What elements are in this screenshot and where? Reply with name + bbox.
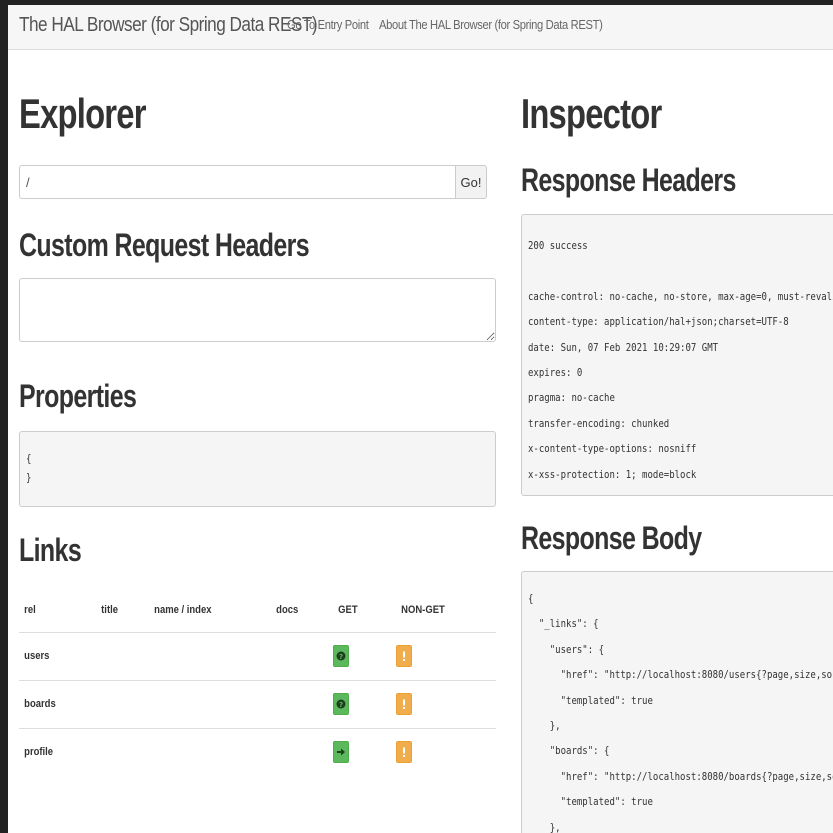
response-body-line: "href": "http://localhost:8080/boards{?p…: [528, 769, 833, 783]
hal-browser-page: The HAL Browser (for Spring Data REST) G…: [8, 5, 833, 833]
response-body-line: {: [528, 592, 534, 605]
response-header-line: x-xss-protection: 1; mode=block: [528, 467, 697, 481]
response-body-line: "boards": {: [528, 744, 610, 758]
links-title: Links: [19, 532, 82, 568]
response-body-line: },: [528, 719, 561, 733]
link-title: [96, 680, 149, 728]
response-header-line: date: Sun, 07 Feb 2021 10:29:07 GMT: [528, 340, 719, 354]
links-table: rel title name / index docs GET NON-GET …: [19, 588, 496, 776]
get-button-users[interactable]: ?: [333, 645, 349, 667]
link-docs: [271, 632, 333, 680]
response-headers-box: 200 success cache-control: no-cache, no-…: [521, 214, 833, 496]
column-header-title: title: [101, 603, 118, 616]
response-header-line: cache-control: no-cache, no-store, max-a…: [528, 289, 833, 303]
response-body-line: "href": "http://localhost:8080/users{?pa…: [528, 668, 833, 682]
arrow-right-icon: [337, 748, 345, 756]
column-header-docs: docs: [276, 603, 299, 616]
url-input-group: Go!: [19, 165, 487, 201]
response-body-line: "templated": true: [528, 795, 653, 809]
table-row: users ?: [19, 632, 496, 680]
response-body-line: },: [528, 820, 561, 833]
get-button-profile[interactable]: [333, 741, 349, 764]
custom-request-headers-input[interactable]: [19, 278, 496, 342]
response-body-line: "users": {: [528, 642, 605, 656]
inspector-title: Inspector: [521, 90, 662, 137]
link-title: [96, 728, 149, 776]
links-header-row: rel title name / index docs GET NON-GET: [19, 588, 496, 632]
explorer-title: Explorer: [19, 90, 146, 137]
properties-box: { }: [19, 431, 496, 507]
response-header-line: 200 success: [528, 239, 588, 252]
response-header-line: x-content-type-options: nosniff: [528, 442, 697, 456]
exclamation-icon: [403, 651, 405, 661]
response-body-line: "templated": true: [528, 693, 653, 707]
navbar: The HAL Browser (for Spring Data REST) G…: [8, 5, 833, 50]
response-headers-title: Response Headers: [521, 162, 736, 198]
response-body-line: "_links": {: [528, 617, 599, 631]
response-header-line: content-type: application/hal+json;chars…: [528, 315, 789, 329]
non-get-button-boards[interactable]: [396, 693, 412, 715]
response-header-line: transfer-encoding: chunked: [528, 416, 670, 430]
exclamation-icon: [403, 747, 405, 758]
link-name-index: [149, 680, 271, 728]
link-rel-profile: profile: [24, 746, 54, 759]
svg-text:?: ?: [339, 701, 343, 709]
response-header-line: pragma: no-cache: [528, 391, 615, 405]
get-button-boards[interactable]: ?: [333, 693, 349, 715]
link-title: [96, 632, 149, 680]
column-header-non-get: NON-GET: [401, 603, 445, 616]
response-body-title: Response Body: [521, 520, 702, 556]
column-header-name-index: name / index: [154, 603, 212, 616]
response-body-box: { "_links": { "users": { "href": "http:/…: [521, 571, 833, 833]
go-button[interactable]: Go!: [455, 165, 487, 199]
link-docs: [271, 728, 333, 776]
non-get-button-users[interactable]: [396, 645, 412, 667]
svg-text:?: ?: [339, 653, 343, 661]
custom-request-headers-title: Custom Request Headers: [19, 227, 310, 263]
url-input[interactable]: [19, 165, 455, 199]
column-header-get: GET: [338, 603, 358, 616]
non-get-button-profile[interactable]: [396, 741, 412, 764]
exclamation-icon: [403, 699, 405, 709]
properties-line: {: [26, 452, 32, 465]
table-row: profile: [19, 728, 496, 776]
link-docs: [271, 680, 333, 728]
table-row: boards ?: [19, 680, 496, 728]
link-rel-boards: boards: [24, 698, 56, 710]
question-icon: ?: [336, 651, 346, 661]
properties-line: }: [26, 471, 32, 484]
link-rel-users: users: [24, 650, 50, 662]
properties-title: Properties: [19, 378, 137, 414]
question-icon: ?: [336, 699, 346, 709]
response-header-line: expires: 0: [528, 366, 583, 380]
nav-link-about[interactable]: About The HAL Browser (for Spring Data R…: [379, 17, 603, 32]
link-name-index: [149, 728, 271, 776]
navbar-brand[interactable]: The HAL Browser (for Spring Data REST): [19, 14, 318, 37]
link-name-index: [149, 632, 271, 680]
column-header-rel: rel: [24, 603, 36, 616]
nav-link-entry-point[interactable]: Go To Entry Point: [287, 17, 369, 32]
